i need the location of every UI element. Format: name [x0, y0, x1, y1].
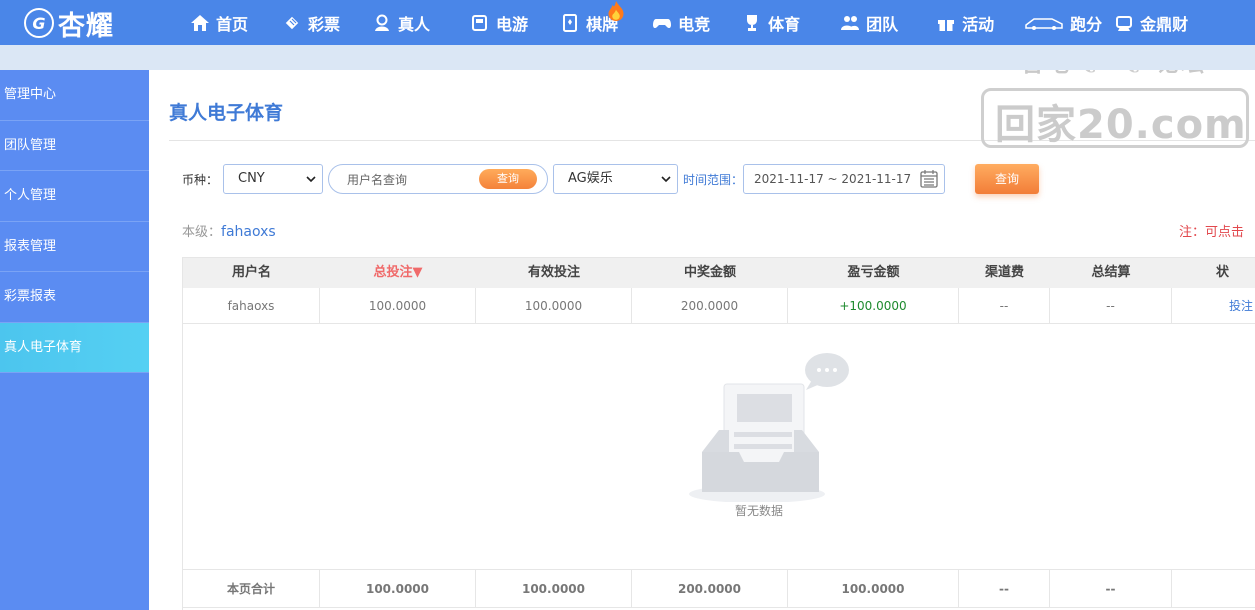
sidebar-item-management-center[interactable]: 管理中心 [0, 70, 149, 121]
slot-machine-icon [472, 14, 488, 31]
nav-item-live[interactable]: 真人 [372, 11, 430, 35]
sidebar-item-team-management[interactable]: 团队管理 [0, 121, 149, 171]
level-user[interactable]: fahaoxs [221, 224, 276, 240]
platform-value: AG娱乐 [568, 171, 613, 186]
page-title: 真人电子体育 [169, 102, 284, 124]
level-label: 本级： [182, 225, 222, 240]
watermark-main-text: 回家20.com [995, 102, 1247, 148]
watermark-text-left: 杏吧 [1021, 70, 1071, 78]
chevron-down-icon [661, 176, 671, 183]
empty-state-text: 暂无数据 [734, 504, 783, 518]
col-header-username: 用户名 [183, 258, 320, 288]
nav-item-sports[interactable]: 体育 [742, 11, 800, 35]
summary-status: -- [1172, 570, 1255, 608]
col-header-win-amount: 中奖金额 [632, 258, 788, 288]
sidebar-item-personal-management[interactable]: 个人管理 [0, 171, 149, 222]
brand-logo[interactable]: G 杏耀 [24, 3, 114, 43]
date-range-value: 2021-11-17 ~ 2021-11-17 [754, 172, 912, 186]
brand-name: 杏耀 [58, 10, 114, 42]
main-nav: 首页 彩票 真人 电游 棋牌 电竞 体育 团队 活动 跑分 金鼎财 [190, 0, 1188, 45]
trophy-icon [747, 14, 758, 31]
cell-bet-link[interactable]: 投注 [1172, 288, 1255, 324]
nav-item-run-score[interactable]: 跑分 [1024, 11, 1102, 35]
summary-valid-bet: 100.0000 [476, 570, 632, 608]
cell-total-settlement: -- [1050, 288, 1172, 324]
chevron-down-icon [306, 176, 316, 183]
username-search-button[interactable]: 查询 [479, 169, 537, 189]
top-navigation-bar: G 杏耀 首页 彩票 真人 电游 棋牌 电竞 体育 团队 活动 跑分 金鼎财 [0, 0, 1255, 45]
platform-select[interactable]: AG娱乐 [553, 164, 678, 194]
main-content: 真人电子体育 杏吧 ❦❧❦ 论坛 回家20.com 币种： CNY 查询 AG娱… [149, 70, 1255, 610]
note-text: 注：可点击 [1179, 225, 1245, 240]
nav-item-esports[interactable]: 电竞 [652, 11, 710, 35]
gamepad-icon [653, 18, 672, 28]
query-button[interactable]: 查询 [975, 164, 1039, 194]
summary-total-bet: 100.0000 [320, 570, 476, 608]
cell-total-bet: 100.0000 [320, 288, 476, 324]
sidebar-item-report-management[interactable]: 报表管理 [0, 222, 149, 272]
col-header-total-bet[interactable]: 总投注▼ [320, 258, 476, 288]
sub-header-strip [0, 45, 1255, 70]
calendar-icon[interactable] [919, 169, 939, 189]
logo-mark: G [24, 8, 54, 38]
filter-bar: 币种： CNY 查询 AG娱乐 时间范围： 2021-11-17 ~ 2021-… [169, 164, 1255, 194]
ticket-icon [284, 14, 300, 31]
username-search-input[interactable] [347, 171, 477, 189]
sidebar-item-live-electronic-sports[interactable]: 真人电子体育 [0, 322, 149, 373]
cell-win-amount: 200.0000 [632, 288, 788, 324]
cell-profit-loss: +100.0000 [788, 288, 959, 324]
currency-select[interactable]: CNY [223, 164, 323, 194]
col-header-status: 状 [1172, 258, 1255, 288]
cell-channel-fee: -- [959, 288, 1050, 324]
cell-valid-bet: 100.0000 [476, 288, 632, 324]
summary-profit-loss: 100.0000 [788, 570, 959, 608]
col-header-profit-loss: 盈亏金额 [788, 258, 959, 288]
gift-icon [938, 17, 955, 31]
car-icon [1025, 17, 1063, 30]
sidebar-item-lottery-report[interactable]: 彩票报表 [0, 272, 149, 323]
watermark: 杏吧 ❦❧❦ 论坛 回家20.com [981, 70, 1251, 150]
sidebar: 管理中心 团队管理 个人管理 报表管理 彩票报表 真人电子体育 [0, 70, 149, 610]
watermark-ornament-icon: ❦❧❦ [1079, 70, 1144, 80]
summary-win-amount: 200.0000 [632, 570, 788, 608]
currency-value: CNY [238, 171, 265, 186]
currency-label: 币种： [182, 173, 219, 187]
nav-item-promotions[interactable]: 活动 [936, 11, 994, 35]
table-header-row: 用户名 总投注▼ 有效投注 中奖金额 盈亏金额 渠道费 总结算 状 [183, 258, 1255, 288]
nav-item-lottery[interactable]: 彩票 [282, 11, 340, 35]
nav-item-chess[interactable]: 棋牌 [560, 0, 624, 35]
cards-icon [563, 13, 578, 32]
watermark-text-right: 论坛 [1156, 70, 1206, 78]
date-range-input[interactable]: 2021-11-17 ~ 2021-11-17 [743, 164, 945, 194]
money-icon [1116, 15, 1133, 31]
empty-state: 暂无数据 [654, 352, 849, 537]
summary-channel-fee: -- [959, 570, 1050, 608]
col-header-total-settlement: 总结算 [1050, 258, 1172, 288]
watermark-frame [981, 88, 1249, 148]
summary-label: 本页合计 [183, 570, 320, 608]
time-range-label: 时间范围： [683, 173, 744, 187]
nav-item-slots[interactable]: 电游 [470, 11, 528, 35]
col-header-valid-bet: 有效投注 [476, 258, 632, 288]
col-header-channel-fee: 渠道费 [959, 258, 1050, 288]
empty-inbox-icon [689, 353, 849, 502]
summary-row: 本页合计 100.0000 100.0000 200.0000 100.0000… [183, 569, 1255, 608]
title-divider [169, 140, 1255, 141]
nav-item-home[interactable]: 首页 [190, 11, 248, 35]
team-icon [841, 15, 860, 30]
nav-item-team[interactable]: 团队 [840, 11, 898, 35]
home-icon [191, 14, 209, 31]
current-level: 本级：fahaoxs [182, 221, 276, 240]
table-row: fahaoxs 100.0000 100.0000 200.0000 +100.… [183, 288, 1255, 324]
fire-icon [608, 0, 624, 21]
dealer-icon [375, 14, 390, 31]
summary-total-settlement: -- [1050, 570, 1172, 608]
username-search-box: 查询 [328, 164, 548, 194]
nav-item-jinding[interactable]: 金鼎财 [1114, 11, 1188, 35]
cell-username: fahaoxs [183, 288, 320, 324]
